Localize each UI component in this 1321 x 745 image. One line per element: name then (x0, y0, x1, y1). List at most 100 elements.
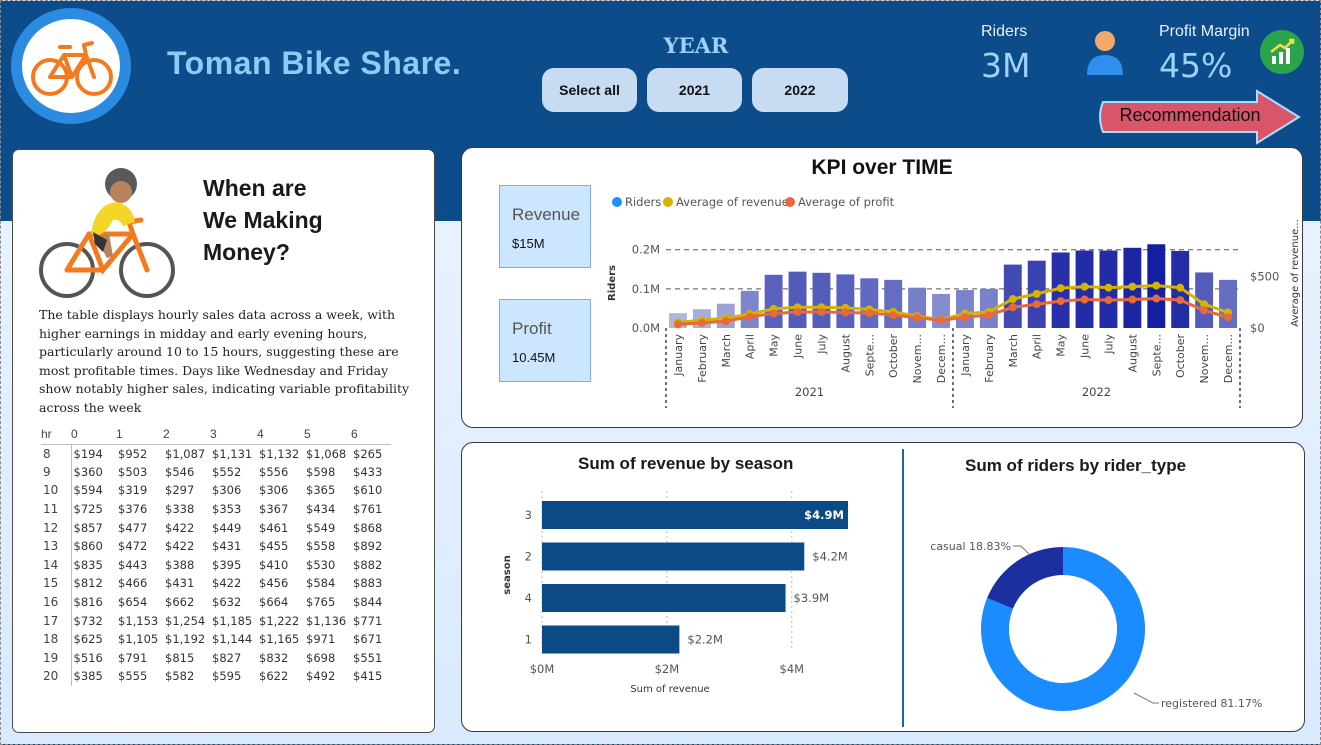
series-point[interactable] (889, 311, 898, 320)
year-button-select-all[interactable]: Select all (542, 68, 637, 112)
series-point[interactable] (1200, 306, 1209, 315)
series-point[interactable] (1128, 282, 1137, 291)
profit-margin-label: Profit Margin (1159, 23, 1250, 40)
series-point[interactable] (1056, 297, 1065, 306)
series-point[interactable] (937, 316, 946, 325)
table-cell: $385 (73, 669, 103, 684)
x-tick-label: March (1007, 334, 1020, 368)
table-cell: $365 (306, 483, 336, 498)
series-point[interactable] (1032, 289, 1041, 298)
riders-bar[interactable] (860, 278, 879, 328)
legend-marker[interactable] (785, 197, 795, 207)
series-point[interactable] (960, 313, 969, 322)
series-point[interactable] (697, 318, 706, 327)
row-hour-cell: 14 (41, 555, 72, 575)
x-tick-label: January (959, 334, 972, 377)
season-bar[interactable] (542, 584, 786, 612)
rider-type-chart-title: Sum of riders by rider_type (965, 456, 1187, 475)
riders-bar[interactable] (788, 271, 807, 328)
series-point[interactable] (721, 317, 730, 326)
column-header: 1 (116, 427, 123, 442)
series-point[interactable] (1080, 282, 1089, 291)
series-point[interactable] (817, 307, 826, 316)
series-point[interactable] (1152, 294, 1161, 303)
series-point[interactable] (673, 320, 682, 329)
series-point[interactable] (1080, 295, 1089, 304)
season-bar[interactable] (542, 501, 848, 529)
series-point[interactable] (793, 307, 802, 316)
series-point[interactable] (1128, 295, 1137, 304)
year-button-2022[interactable]: 2022 (752, 68, 848, 112)
table-cell: $492 (306, 669, 336, 684)
series-point[interactable] (984, 311, 993, 320)
table-cell: $765 (306, 595, 336, 610)
column-header: 4 (257, 427, 264, 442)
recommendation-button[interactable]: Recommendation (1107, 105, 1273, 126)
series-point[interactable] (913, 313, 922, 322)
series-point[interactable] (1224, 313, 1233, 322)
row-hour-cell: 19 (41, 648, 72, 668)
series-point[interactable] (1056, 284, 1065, 293)
row-hour-cell: 8 (41, 444, 72, 463)
series-point[interactable] (1152, 281, 1161, 290)
season-bar[interactable] (542, 542, 805, 571)
year-filter-label: YEAR (663, 33, 729, 58)
riders-bar[interactable] (884, 279, 903, 328)
y-right-axis-title: Average of revenue... (1290, 219, 1301, 327)
table-cell: $516 (73, 650, 103, 665)
series-point[interactable] (1008, 295, 1017, 304)
series-point[interactable] (1104, 296, 1113, 305)
x-tick-label: February (983, 334, 996, 383)
x-tick-label: April (744, 334, 757, 359)
riders-label: Riders (981, 23, 1028, 40)
y-tick-label: 2 (525, 550, 532, 564)
series-point[interactable] (1176, 296, 1185, 305)
table-corner-header: hr (41, 427, 52, 442)
series-point[interactable] (865, 309, 874, 317)
series-point[interactable] (1176, 283, 1185, 292)
riders-bar[interactable] (908, 287, 927, 328)
season-bar[interactable] (542, 625, 680, 654)
series-point[interactable] (1032, 300, 1041, 309)
series-point[interactable] (1104, 283, 1113, 292)
legend-marker[interactable] (612, 197, 622, 207)
x-tick-label: $4M (780, 662, 805, 676)
table-cell: $306 (212, 483, 242, 498)
table-row: 17 $732 $1,153 $1,254 $1,185 $1,222 $1,136 $771 (41, 611, 391, 630)
season-bar-chart: $0M $2M $4M 3 $4.9M 2 $4.2M 4 $3.9M 1 $2.2M season S… (502, 491, 848, 695)
donut-slice[interactable] (987, 547, 1063, 609)
x-tick-label: June (792, 334, 805, 359)
table-cell: $549 (306, 520, 336, 535)
rider-type-donut-chart: registered 81.17% casual 18.83% (930, 540, 1262, 711)
table-cell: $449 (212, 520, 242, 535)
column-header: 5 (304, 427, 311, 442)
table-cell: $353 (212, 502, 242, 517)
x-tick-label: February (696, 334, 709, 383)
x-tick-label: Novem... (911, 334, 924, 383)
series-point[interactable] (769, 309, 778, 318)
year-button-2021[interactable]: 2021 (647, 68, 742, 112)
series-point[interactable] (745, 312, 754, 321)
table-cell: $952 (118, 446, 148, 461)
table-cell: $546 (165, 464, 195, 479)
riders-bar[interactable] (740, 290, 759, 328)
x-tick-label: Decem... (935, 334, 948, 383)
growth-chart-icon (1260, 30, 1304, 74)
x-tick-label: August (1126, 333, 1139, 372)
table-cell: $477 (118, 520, 148, 535)
legend-label[interactable]: Average of revenue (676, 195, 789, 209)
legend-label[interactable]: Average of profit (798, 195, 895, 209)
legend-label[interactable]: Riders (625, 195, 661, 209)
legend-marker[interactable] (663, 197, 673, 207)
series-point[interactable] (841, 308, 850, 317)
table-cell: $584 (306, 576, 336, 591)
table-row: 15 $812 $466 $431 $422 $456 $584 $883 (41, 574, 391, 593)
riders-bar[interactable] (836, 274, 855, 328)
table-row: 18 $625 $1,105 $1,192 $1,144 $1,165 $971 $671 (41, 629, 391, 649)
riders-bar[interactable] (812, 272, 831, 328)
table-cell: $1,165 (259, 632, 300, 647)
table-cell: $360 (73, 464, 103, 479)
series-point[interactable] (1008, 303, 1017, 312)
riders-bar[interactable] (956, 290, 974, 328)
riders-bar[interactable] (764, 274, 783, 328)
